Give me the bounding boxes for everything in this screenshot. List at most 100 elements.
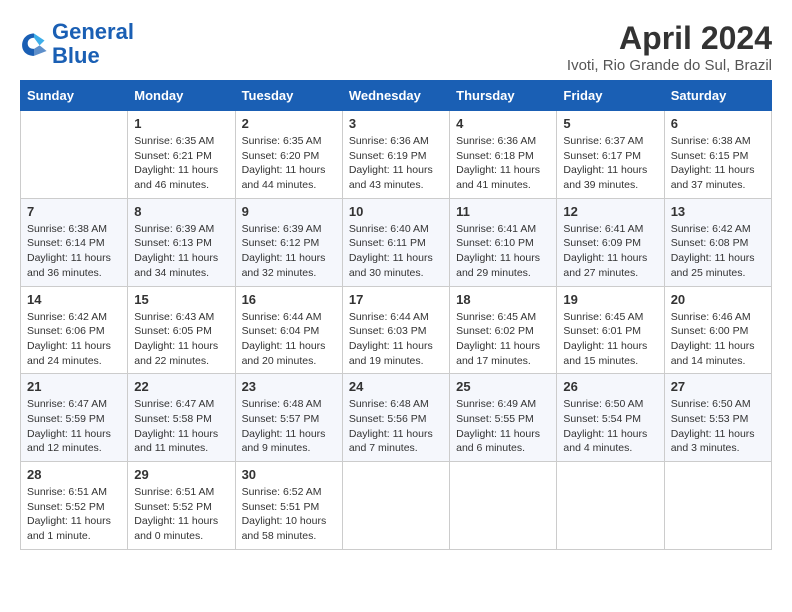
week-row-5: 28Sunrise: 6:51 AM Sunset: 5:52 PM Dayli… [21,462,772,550]
week-row-4: 21Sunrise: 6:47 AM Sunset: 5:59 PM Dayli… [21,374,772,462]
calendar-table: SundayMondayTuesdayWednesdayThursdayFrid… [20,80,772,550]
day-info: Sunrise: 6:49 AM Sunset: 5:55 PM Dayligh… [456,397,550,456]
day-number: 26 [563,379,657,394]
header-cell-monday: Monday [128,81,235,111]
day-cell: 30 Sunrise: 6:52 AM Sunset: 5:51 PM Dayli… [235,462,342,550]
day-number: 3 [349,116,443,131]
day-cell: 4 Sunrise: 6:36 AM Sunset: 6:18 PM Daylig… [450,111,557,199]
header-cell-friday: Friday [557,81,664,111]
day-info: Sunrise: 6:52 AM Sunset: 5:51 PM Dayligh… [242,485,336,544]
day-cell: 22Sunrise: 6:47 AM Sunset: 5:58 PM Dayli… [128,374,235,462]
day-number: 8 [134,204,228,219]
day-info: Sunrise: 6:36 AM Sunset: 6:18 PM Dayligh… [456,134,550,193]
month-title: April 2024 [567,20,772,57]
day-number: 10 [349,204,443,219]
header-cell-tuesday: Tuesday [235,81,342,111]
day-info: Sunrise: 6:45 AM Sunset: 6:01 PM Dayligh… [563,310,657,369]
header-cell-sunday: Sunday [21,81,128,111]
day-cell: 5 Sunrise: 6:37 AM Sunset: 6:17 PM Daylig… [557,111,664,199]
day-cell: 6Sunrise: 6:38 AM Sunset: 6:15 PM Daylig… [664,111,771,199]
day-cell [664,462,771,550]
day-number: 25 [456,379,550,394]
day-cell [21,111,128,199]
day-info: Sunrise: 6:51 AM Sunset: 5:52 PM Dayligh… [27,485,121,544]
day-cell: 19 Sunrise: 6:45 AM Sunset: 6:01 PM Dayli… [557,286,664,374]
location: Ivoti, Rio Grande do Sul, Brazil [567,57,772,74]
day-number: 23 [242,379,336,394]
day-number: 19 [563,292,657,307]
day-number: 11 [456,204,550,219]
day-number: 14 [27,292,121,307]
day-number: 20 [671,292,765,307]
day-cell: 2 Sunrise: 6:35 AM Sunset: 6:20 PM Daylig… [235,111,342,199]
day-cell: 20 Sunrise: 6:46 AM Sunset: 6:00 PM Dayli… [664,286,771,374]
day-info: Sunrise: 6:51 AM Sunset: 5:52 PM Dayligh… [134,485,228,544]
day-info: Sunrise: 6:37 AM Sunset: 6:17 PM Dayligh… [563,134,657,193]
day-number: 6 [671,116,765,131]
day-info: Sunrise: 6:50 AM Sunset: 5:54 PM Dayligh… [563,397,657,456]
title-block: April 2024 Ivoti, Rio Grande do Sul, Bra… [567,20,772,74]
day-number: 18 [456,292,550,307]
day-info: Sunrise: 6:48 AM Sunset: 5:57 PM Dayligh… [242,397,336,456]
day-info: Sunrise: 6:50 AM Sunset: 5:53 PM Dayligh… [671,397,765,456]
day-info: Sunrise: 6:35 AM Sunset: 6:20 PM Dayligh… [242,134,336,193]
day-number: 30 [242,467,336,482]
day-info: Sunrise: 6:35 AM Sunset: 6:21 PM Dayligh… [134,134,228,193]
day-number: 5 [563,116,657,131]
day-number: 13 [671,204,765,219]
day-cell: 21Sunrise: 6:47 AM Sunset: 5:59 PM Dayli… [21,374,128,462]
day-info: Sunrise: 6:41 AM Sunset: 6:09 PM Dayligh… [563,222,657,281]
day-info: Sunrise: 6:48 AM Sunset: 5:56 PM Dayligh… [349,397,443,456]
day-number: 2 [242,116,336,131]
day-cell [342,462,449,550]
day-info: Sunrise: 6:39 AM Sunset: 6:13 PM Dayligh… [134,222,228,281]
day-number: 16 [242,292,336,307]
day-cell: 15Sunrise: 6:43 AM Sunset: 6:05 PM Dayli… [128,286,235,374]
week-row-3: 14 Sunrise: 6:42 AM Sunset: 6:06 PM Dayli… [21,286,772,374]
day-cell: 23 Sunrise: 6:48 AM Sunset: 5:57 PM Dayli… [235,374,342,462]
day-info: Sunrise: 6:47 AM Sunset: 5:59 PM Dayligh… [27,397,121,456]
day-number: 12 [563,204,657,219]
day-cell: 1 Sunrise: 6:35 AM Sunset: 6:21 PM Daylig… [128,111,235,199]
day-number: 22 [134,379,228,394]
day-cell: 25 Sunrise: 6:49 AM Sunset: 5:55 PM Dayli… [450,374,557,462]
day-info: Sunrise: 6:46 AM Sunset: 6:00 PM Dayligh… [671,310,765,369]
day-cell [450,462,557,550]
day-cell: 10Sunrise: 6:40 AM Sunset: 6:11 PM Dayli… [342,198,449,286]
day-cell: 24 Sunrise: 6:48 AM Sunset: 5:56 PM Dayli… [342,374,449,462]
day-cell: 11 Sunrise: 6:41 AM Sunset: 6:10 PM Dayli… [450,198,557,286]
logo-text: General Blue [52,20,134,68]
header-cell-wednesday: Wednesday [342,81,449,111]
header-cell-saturday: Saturday [664,81,771,111]
day-info: Sunrise: 6:38 AM Sunset: 6:14 PM Dayligh… [27,222,121,281]
day-cell: 13 Sunrise: 6:42 AM Sunset: 6:08 PM Dayli… [664,198,771,286]
day-info: Sunrise: 6:39 AM Sunset: 6:12 PM Dayligh… [242,222,336,281]
day-cell [557,462,664,550]
day-cell: 29 Sunrise: 6:51 AM Sunset: 5:52 PM Dayli… [128,462,235,550]
day-info: Sunrise: 6:45 AM Sunset: 6:02 PM Dayligh… [456,310,550,369]
day-number: 7 [27,204,121,219]
day-number: 4 [456,116,550,131]
day-cell: 26 Sunrise: 6:50 AM Sunset: 5:54 PM Dayli… [557,374,664,462]
day-cell: 7 Sunrise: 6:38 AM Sunset: 6:14 PM Daylig… [21,198,128,286]
week-row-2: 7 Sunrise: 6:38 AM Sunset: 6:14 PM Daylig… [21,198,772,286]
day-number: 1 [134,116,228,131]
day-cell: 27 Sunrise: 6:50 AM Sunset: 5:53 PM Dayli… [664,374,771,462]
header-row: SundayMondayTuesdayWednesdayThursdayFrid… [21,81,772,111]
day-info: Sunrise: 6:41 AM Sunset: 6:10 PM Dayligh… [456,222,550,281]
logo-icon [20,30,48,58]
day-cell: 3 Sunrise: 6:36 AM Sunset: 6:19 PM Daylig… [342,111,449,199]
day-info: Sunrise: 6:42 AM Sunset: 6:08 PM Dayligh… [671,222,765,281]
day-info: Sunrise: 6:44 AM Sunset: 6:03 PM Dayligh… [349,310,443,369]
header-cell-thursday: Thursday [450,81,557,111]
page-header: General Blue April 2024 Ivoti, Rio Grand… [20,20,772,74]
day-cell: 16Sunrise: 6:44 AM Sunset: 6:04 PM Dayli… [235,286,342,374]
day-number: 27 [671,379,765,394]
day-number: 24 [349,379,443,394]
day-number: 29 [134,467,228,482]
day-cell: 18 Sunrise: 6:45 AM Sunset: 6:02 PM Dayli… [450,286,557,374]
day-info: Sunrise: 6:42 AM Sunset: 6:06 PM Dayligh… [27,310,121,369]
week-row-1: 1 Sunrise: 6:35 AM Sunset: 6:21 PM Daylig… [21,111,772,199]
day-info: Sunrise: 6:36 AM Sunset: 6:19 PM Dayligh… [349,134,443,193]
day-info: Sunrise: 6:43 AM Sunset: 6:05 PM Dayligh… [134,310,228,369]
